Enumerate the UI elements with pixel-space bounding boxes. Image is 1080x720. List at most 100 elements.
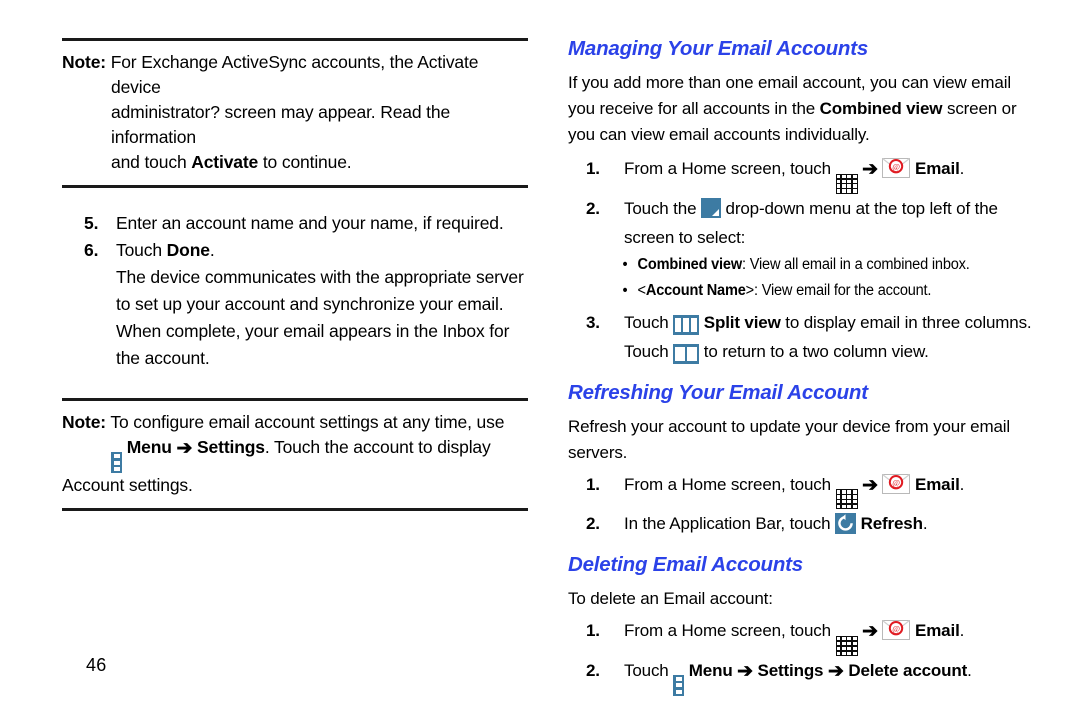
managing-step-3-pre: Touch xyxy=(624,312,674,332)
step-6-body-line-2: to set up your account and synchronize y… xyxy=(116,294,504,314)
note-line-3-pre: and touch xyxy=(111,152,192,172)
managing-intro: If you add more than one email account, … xyxy=(568,70,1038,148)
split-view-three-column-icon xyxy=(673,314,700,335)
managing-step-2: 2. Touch the drop-down menu at the top le… xyxy=(568,194,1038,223)
managing-intro-line-3: you can view email accounts individually… xyxy=(568,125,870,144)
menu-icon xyxy=(111,452,122,473)
managing-step-1-pre: From a Home screen, touch xyxy=(624,159,836,178)
split-view-two-column-icon xyxy=(673,343,700,364)
section-title-managing: Managing Your Email Accounts xyxy=(568,37,869,60)
deleting-step-1-pre: From a Home screen, touch xyxy=(624,621,836,641)
note-line-3: and touch Activate to continue. xyxy=(62,150,528,175)
deleting-step-1-post: . xyxy=(959,621,965,641)
managing-step-3-line-2-post: to return to a two column view. xyxy=(699,341,929,361)
right-column: Managing Your Email Accounts If you add … xyxy=(568,36,1038,696)
managing-step-3-line-2-pre: Touch xyxy=(624,341,674,361)
arrow-icon: ➔ xyxy=(862,621,878,643)
deleting-step-1: 1. From a Home screen, touch ➔ @ Email. xyxy=(568,616,1038,656)
deleting-step-2-number: 2. xyxy=(586,660,600,680)
refreshing-step-2: 2. In the Application Bar, touch Refresh. xyxy=(568,509,1038,538)
note-line-2: administrator? screen may appear. Read t… xyxy=(111,102,451,147)
note-box-settings: Note: To configure email account setting… xyxy=(62,398,528,511)
bullet-account-name: • <Account Name>: View email for the acco… xyxy=(568,278,1010,304)
left-column: Note: For Exchange ActiveSync accounts, … xyxy=(62,38,528,511)
bullet-account-name-anglepost: > xyxy=(745,281,755,299)
refreshing-step-2-number: 2. xyxy=(586,514,600,534)
step-5-number: 5. xyxy=(84,213,99,233)
arrow-icon: ➔ xyxy=(862,474,878,496)
section-title-deleting: Deleting Email Accounts xyxy=(568,553,803,577)
note-first-line: Note: For Exchange ActiveSync accounts, … xyxy=(62,50,528,100)
note2-first-line: Note: To configure email account setting… xyxy=(62,410,528,435)
managing-step-2-mid: drop-down menu at the top left of the xyxy=(720,198,998,218)
menu-label: Menu xyxy=(688,660,733,680)
note2-line-3: Account settings. xyxy=(62,475,193,495)
bullet-dot: • xyxy=(622,281,628,299)
step-6-body-line-3: When complete, your email appears in the… xyxy=(116,321,510,341)
bullet-combined-view-bold: Combined view xyxy=(637,255,743,273)
managing-intro-line-2-post: screen or xyxy=(942,99,1017,118)
apps-grid-icon xyxy=(835,173,858,194)
note2-rule-bottom xyxy=(62,508,528,511)
apps-grid-icon xyxy=(835,635,858,656)
bullet-account-name-anglepre: < xyxy=(637,281,647,299)
refresh-icon xyxy=(834,513,856,535)
email-label: Email xyxy=(915,474,960,494)
managing-step-1-number: 1. xyxy=(586,159,600,178)
section-title-refreshing: Refreshing Your Email Account xyxy=(568,380,868,404)
refreshing-step-1-number: 1. xyxy=(586,474,600,494)
step-6-body-line-4: the account. xyxy=(116,348,210,368)
deleting-intro: To delete an Email account: xyxy=(568,589,773,609)
email-label: Email xyxy=(915,621,960,641)
svg-text:@: @ xyxy=(893,163,901,172)
done-bold: Done xyxy=(166,240,210,260)
note-line-3-post: to continue. xyxy=(258,152,352,172)
page-number: 46 xyxy=(86,655,107,675)
delete-account-label: Delete account xyxy=(848,660,968,680)
managing-step-3-post: to display email in three columns. xyxy=(780,312,1032,332)
refreshing-step-1: 1. From a Home screen, touch ➔ @ Email. xyxy=(568,470,1038,510)
managing-step-3-line-2: Touch to return to a two column view. xyxy=(568,337,1038,366)
managing-step-2-number: 2. xyxy=(586,198,600,218)
managing-step-3: 3. Touch Split view to display email in t… xyxy=(568,308,1038,337)
bullet-account-name-rest: : View email for the account. xyxy=(753,281,932,299)
refreshing-intro-line-2: servers. xyxy=(568,442,628,462)
note-line-1: For Exchange ActiveSync accounts, the Ac… xyxy=(110,52,479,97)
bullet-account-name-bold: Account Name xyxy=(645,281,746,299)
settings-label: Settings xyxy=(197,437,265,457)
note-box-activate: Note: For Exchange ActiveSync accounts, … xyxy=(62,38,528,188)
email-envelope-icon: @ xyxy=(882,620,911,641)
managing-step-1-post: . xyxy=(959,159,965,178)
dropdown-square-icon xyxy=(700,197,721,218)
note2-line-2-post: . Touch the account to display xyxy=(264,437,491,457)
settings-label: Settings xyxy=(757,660,824,680)
step-5-text: Enter an account name and your name, if … xyxy=(116,213,504,233)
email-envelope-icon: @ xyxy=(882,158,911,178)
step-6-pre: Touch xyxy=(116,240,167,260)
refreshing-intro-line-1: Refresh your account to update your devi… xyxy=(568,416,1011,436)
refreshing-step-1-pre: From a Home screen, touch xyxy=(624,474,836,494)
step-6: 6. Touch Done. xyxy=(62,237,528,264)
refreshing-step-2-post: . xyxy=(922,514,928,534)
arrow-icon: ➔ xyxy=(737,660,753,682)
managing-step-3-number: 3. xyxy=(586,312,600,332)
menu-label: Menu xyxy=(126,437,172,457)
note2-label: Note: xyxy=(62,412,106,432)
refresh-label: Refresh xyxy=(860,514,923,534)
arrow-icon: ➔ xyxy=(176,438,193,459)
combined-view-bold: Combined view xyxy=(819,99,943,118)
deleting-step-2: 2. Touch Menu ➔ Settings ➔ Delete account… xyxy=(568,656,1038,696)
refreshing-intro: Refresh your account to update your devi… xyxy=(568,414,1038,466)
note2-line-2: Menu ➔ Settings. Touch the account to di… xyxy=(62,435,528,473)
deleting-step-1-number: 1. xyxy=(586,621,600,641)
deleting-step-2-post: . xyxy=(967,660,972,680)
arrow-icon: ➔ xyxy=(862,159,878,180)
note2-line-1: To configure email account settings at a… xyxy=(110,412,505,432)
bullet-dot: • xyxy=(622,255,628,273)
managing-step-1: 1. From a Home screen, touch ➔ @ Email. xyxy=(568,154,1038,194)
email-envelope-icon: @ xyxy=(882,473,911,494)
bullet-combined-view: • Combined view: View all email in a comb… xyxy=(568,252,1010,278)
step-6-body-line-1: The device communicates with the appropr… xyxy=(116,267,524,287)
svg-text:@: @ xyxy=(893,625,901,634)
apps-grid-icon xyxy=(835,489,858,510)
